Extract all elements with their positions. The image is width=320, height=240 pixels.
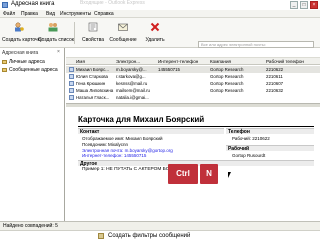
title-bar: Входящие - Outlook Express Адресная книг… bbox=[0, 0, 320, 10]
alias: Псевдоним: Mixalycnn bbox=[82, 142, 129, 147]
maximize-button[interactable]: □ bbox=[300, 1, 308, 9]
address-book-icon bbox=[2, 2, 8, 8]
properties-button[interactable]: Свойства bbox=[80, 20, 106, 46]
work-company: Gortop Rusourdt bbox=[232, 153, 266, 158]
menu-bar: Файл Правка Вид Инструменты Справка bbox=[0, 10, 320, 18]
card-title-rule bbox=[78, 126, 314, 127]
contact-work-phone: 2210622 bbox=[266, 67, 284, 72]
tree-item-label: Сообщенные адреса bbox=[9, 67, 58, 73]
status-bar: Найдено совпадений: 5 bbox=[0, 221, 320, 230]
tree-header: Адресная книга bbox=[2, 50, 39, 56]
contact-list-header: Имя Электрон... Интерент-телефон Компани… bbox=[66, 57, 320, 65]
phone-link[interactable]: Интернет-телефон: 145550715 bbox=[82, 153, 146, 158]
delete-label: Удалить bbox=[145, 37, 165, 43]
column-email[interactable]: Электрон... bbox=[116, 58, 140, 65]
delete-button[interactable]: Удалить bbox=[142, 20, 168, 46]
properties-icon bbox=[88, 22, 98, 32]
contact-email: kesnss@mail.ru bbox=[116, 81, 148, 86]
folder-icon bbox=[2, 59, 7, 64]
contact-row[interactable]: Наталья Гласк... natalia.i@gmai... bbox=[66, 94, 320, 101]
column-name[interactable]: Имя bbox=[76, 58, 85, 65]
contact-row[interactable]: Михаил Боярс... m.boyarsky@... 145550715… bbox=[66, 66, 320, 73]
contact-row[interactable]: Юлия Старкова r.starkova@g... Gortop Res… bbox=[66, 73, 320, 80]
contact-email: mailsem@mail.ru bbox=[116, 88, 150, 93]
display-name: Отображаемое имя: Михаил Боярский bbox=[82, 136, 163, 141]
background-window-title: Входящие - Outlook Express bbox=[80, 0, 145, 6]
menu-tools[interactable]: Инструменты bbox=[60, 10, 91, 18]
properties-label: Свойства bbox=[82, 37, 104, 43]
contact-name: Юлия Старкова bbox=[76, 74, 109, 79]
column-internet-phone[interactable]: Интерент-телефон bbox=[158, 58, 198, 65]
contact-work-phone: 2210611 bbox=[266, 74, 283, 79]
column-work-phone[interactable]: Рабочий телефон bbox=[266, 58, 304, 65]
new-list-label: Создать список bbox=[38, 37, 74, 43]
contact-email: m.boyarsky@... bbox=[116, 67, 147, 72]
tree-item-shared[interactable]: Сообщенные адреса bbox=[2, 67, 58, 73]
search-input[interactable]: Все или адрес электронной почты: bbox=[198, 41, 314, 48]
create-filters-link[interactable]: Создать фильтры сообщений bbox=[108, 232, 190, 240]
message-label: Сообщение bbox=[109, 37, 137, 43]
window-title: Адресная книга bbox=[11, 1, 55, 7]
contact-work-phone: 2210607 bbox=[266, 81, 284, 86]
key-ctrl-overlay: Ctrl bbox=[168, 164, 198, 184]
tree-item-personal[interactable]: Личные адреса bbox=[2, 59, 45, 65]
contact-email: natalia.i@gmai... bbox=[116, 95, 149, 100]
pane-splitter[interactable] bbox=[66, 103, 320, 107]
column-company[interactable]: Компания bbox=[210, 58, 231, 65]
key-n-overlay: N bbox=[200, 164, 218, 184]
taskbar: Создать фильтры сообщений bbox=[0, 230, 320, 240]
new-list-icon bbox=[48, 23, 58, 32]
toolbar-separator bbox=[74, 22, 75, 44]
contact-name: Гена Крюшкин bbox=[76, 81, 106, 86]
contact-row[interactable]: Гена Крюшкин kesnss@mail.ru Gortop Resea… bbox=[66, 80, 320, 87]
contact-name: Наталья Гласк... bbox=[76, 95, 110, 100]
contact-company: Gortop Research bbox=[210, 74, 244, 79]
menu-edit[interactable]: Правка bbox=[21, 10, 38, 18]
work-section-header: Рабочий bbox=[226, 145, 314, 152]
menu-file[interactable]: Файл bbox=[3, 10, 15, 18]
contact-card-icon bbox=[69, 95, 74, 100]
new-contact-button[interactable]: Создать карточку bbox=[2, 20, 43, 46]
new-contact-icon bbox=[15, 22, 24, 32]
new-contact-label: Создать карточку bbox=[2, 37, 43, 43]
delete-icon bbox=[150, 22, 160, 32]
contact-company: Gortop Research bbox=[210, 67, 244, 72]
address-book-tree: Адресная книга × Личные адреса Сообщенны… bbox=[0, 48, 65, 221]
new-list-button[interactable]: Создать список bbox=[38, 20, 74, 46]
contact-row[interactable]: Маша Липовскина mailsem@mail.ru Gortop R… bbox=[66, 87, 320, 94]
contact-work-phone: 2210632 bbox=[266, 88, 284, 93]
menu-help[interactable]: Справка bbox=[94, 10, 114, 18]
contact-company: Gortop Research bbox=[210, 81, 244, 86]
card-title: Карточка для Михаил Боярский bbox=[78, 115, 205, 124]
folder-icon bbox=[2, 67, 7, 72]
contact-card-icon bbox=[69, 81, 74, 86]
tree-close-icon[interactable]: × bbox=[57, 49, 60, 55]
contact-email: r.starkova@g... bbox=[116, 74, 146, 79]
mouse-cursor-icon bbox=[228, 172, 231, 178]
menu-view[interactable]: Вид bbox=[46, 10, 55, 18]
contact-section-header: Контакт bbox=[78, 128, 224, 135]
contact-card-icon bbox=[69, 67, 74, 72]
contact-card-icon bbox=[69, 74, 74, 79]
message-icon bbox=[118, 23, 128, 31]
filter-icon bbox=[98, 233, 104, 239]
minimize-button[interactable]: _ bbox=[290, 1, 298, 9]
contact-name: Маша Липовскина bbox=[76, 88, 114, 93]
message-button[interactable]: Сообщение bbox=[108, 20, 138, 46]
close-button[interactable]: × bbox=[310, 1, 318, 9]
work-phone: Рабочий: 2210622 bbox=[232, 136, 270, 141]
contact-card-icon bbox=[69, 88, 74, 93]
contact-company: Gortop Research bbox=[210, 88, 244, 93]
phone-section-header: Телефон bbox=[226, 128, 314, 135]
contact-phone: 145550715 bbox=[158, 67, 180, 72]
contact-name: Михаил Боярс... bbox=[76, 67, 109, 72]
tree-item-label: Личные адреса bbox=[9, 59, 45, 65]
